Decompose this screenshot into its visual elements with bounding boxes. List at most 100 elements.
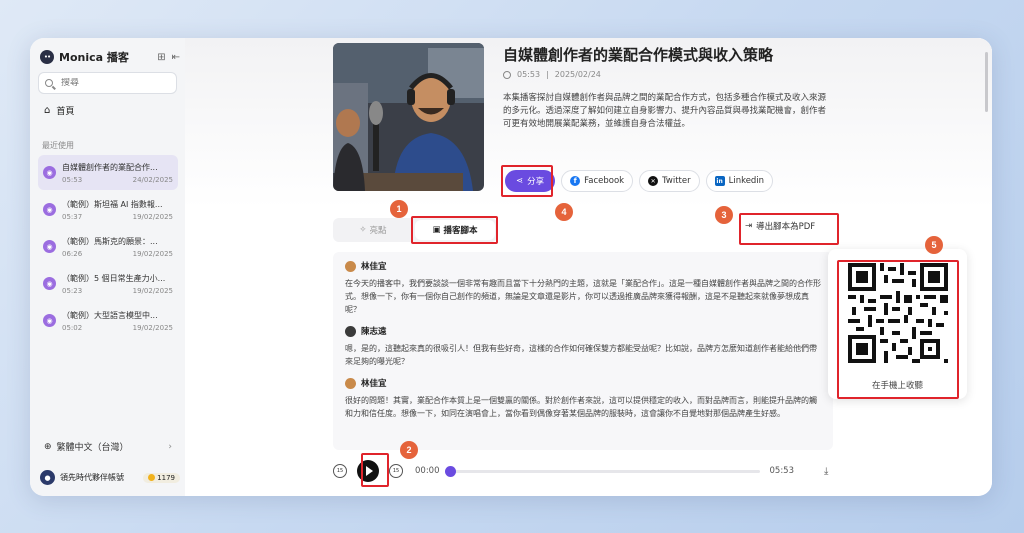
facebook-label: Facebook bbox=[584, 176, 625, 186]
annotation-badge: 3 bbox=[715, 206, 733, 224]
speaker-name: 陳志遠 bbox=[361, 327, 387, 337]
coin-icon bbox=[148, 474, 156, 481]
globe-icon: ⊕ bbox=[44, 441, 52, 452]
search-input[interactable] bbox=[61, 78, 171, 88]
audio-player: 15 15 00:00 05:53 ⤓ bbox=[333, 458, 843, 484]
annotation-box-export bbox=[739, 213, 839, 245]
monica-logo-icon bbox=[40, 50, 54, 64]
clock-icon bbox=[503, 70, 511, 79]
tab-highlights-label: 亮點 bbox=[369, 226, 387, 236]
speaker-name: 林佳宜 bbox=[361, 379, 387, 389]
recent-item[interactable]: ◉ （範例）5 個日常生產力小... 05:23 19/02/2025 bbox=[38, 266, 178, 301]
home-label: 首頁 bbox=[56, 107, 75, 117]
progress-bar[interactable] bbox=[444, 465, 760, 477]
facebook-button[interactable]: f Facebook bbox=[561, 170, 634, 192]
chevron-right-icon: › bbox=[168, 441, 172, 452]
transcript-line: 嗯，是的，這聽起來真的很吸引人！但我有些好奇，這樣的合作如何確保雙方都能受益呢？… bbox=[345, 344, 817, 366]
x-twitter-icon: ✕ bbox=[648, 176, 659, 186]
download-icon[interactable]: ⤓ bbox=[824, 466, 828, 477]
speaker-header: 陳志遠 bbox=[345, 325, 821, 337]
recent-item-date: 24/02/2025 bbox=[132, 175, 173, 184]
recent-item-date: 19/02/2025 bbox=[132, 212, 173, 221]
speaker-avatar bbox=[345, 377, 356, 389]
episode-date: 2025/02/24 bbox=[554, 70, 601, 79]
speaker-header: 林佳宜 bbox=[345, 377, 821, 389]
episode-description: 本集播客探討自媒體創作者與品牌之間的業配合作方式，包括多種合作模式及收入來源的多… bbox=[503, 93, 827, 129]
recent-item-date: 19/02/2025 bbox=[132, 286, 173, 295]
recent-item-date: 19/02/2025 bbox=[132, 323, 173, 332]
skip-back-icon[interactable]: 15 bbox=[333, 464, 347, 478]
recent-item-duration: 06:26 bbox=[62, 249, 83, 258]
recent-section-label: 最近使用 bbox=[42, 141, 74, 150]
speaker-name: 林佳宜 bbox=[361, 262, 387, 272]
scrollbar[interactable] bbox=[985, 52, 988, 112]
linkedin-icon: in bbox=[714, 176, 725, 186]
twitter-label: Twitter bbox=[662, 176, 691, 186]
annotation-badge: 4 bbox=[555, 203, 573, 221]
speaker-header: 林佳宜 bbox=[345, 260, 821, 272]
language-selector[interactable]: ⊕ 繁體中文（台灣） › bbox=[44, 440, 172, 454]
podcast-icon: ◉ bbox=[43, 240, 56, 253]
sidebar: Monica 播客 ⊞ ⇤ ⌂ 首頁 最近使用 ◉ 自媒體創作者的業配合作...… bbox=[30, 38, 185, 496]
facebook-icon: f bbox=[570, 176, 581, 186]
app-title: Monica 播客 bbox=[59, 51, 129, 64]
linkedin-button[interactable]: in Linkedin bbox=[705, 170, 774, 192]
recent-item-title: （範例）斯坦福 AI 指數報... bbox=[62, 199, 163, 209]
twitter-button[interactable]: ✕ Twitter bbox=[639, 170, 700, 192]
transcript-line: 很好的問題！其實，業配合作本質上是一個雙贏的關係。對於創作者來說，這可以提供穩定… bbox=[345, 396, 817, 418]
sidebar-header: Monica 播客 ⊞ ⇤ bbox=[40, 46, 180, 68]
podcast-icon: ◉ bbox=[43, 166, 56, 179]
search-box[interactable] bbox=[38, 72, 177, 94]
highlight-icon: ✧ bbox=[359, 225, 367, 235]
recent-item-title: （範例）5 個日常生產力小... bbox=[62, 273, 166, 283]
recent-item[interactable]: ◉ （範例）大型語言模型中... 05:02 19/02/2025 bbox=[38, 303, 178, 338]
recent-item-duration: 05:37 bbox=[62, 212, 83, 221]
avatar: ● bbox=[40, 470, 55, 485]
sidebar-item-home[interactable]: ⌂ 首頁 bbox=[44, 104, 74, 117]
collapse-sidebar-icon[interactable]: ⇤ bbox=[172, 52, 180, 63]
transcript-panel: 林佳宜 在今天的播客中，我們要談談一個非常有趣而且當下十分熱門的主題，這就是「業… bbox=[333, 252, 833, 450]
credits-value: 1179 bbox=[157, 473, 175, 482]
episode-cover-image bbox=[333, 43, 484, 191]
annotation-box-script-tab bbox=[411, 216, 498, 244]
user-account[interactable]: ● 領先時代夥伴帳號 1179 bbox=[40, 470, 180, 485]
episode-duration: 05:53 bbox=[517, 70, 541, 79]
episode-title: 自媒體創作者的業配合作模式與收入策略 bbox=[503, 46, 774, 64]
language-label: 繁體中文（台灣） bbox=[56, 443, 129, 453]
credits-badge[interactable]: 1179 bbox=[143, 472, 180, 483]
recent-item-date: 19/02/2025 bbox=[132, 249, 173, 258]
speaker-avatar bbox=[345, 325, 356, 337]
annotation-box-play bbox=[361, 453, 389, 487]
current-time: 00:00 bbox=[415, 466, 440, 476]
recent-list: ◉ 自媒體創作者的業配合作... 05:53 24/02/2025 ◉ （範例）斯… bbox=[38, 155, 178, 340]
recent-item[interactable]: ◉ 自媒體創作者的業配合作... 05:53 24/02/2025 bbox=[38, 155, 178, 190]
recent-item-duration: 05:53 bbox=[62, 175, 83, 184]
episode-meta: 05:53 | 2025/02/24 bbox=[503, 70, 601, 79]
recent-item-title: 自媒體創作者的業配合作... bbox=[62, 162, 158, 172]
recent-item-title: （範例）大型語言模型中... bbox=[62, 310, 158, 320]
annotation-badge: 1 bbox=[390, 200, 408, 218]
user-name: 領先時代夥伴帳號 bbox=[60, 473, 124, 482]
meta-divider: | bbox=[546, 70, 549, 79]
podcast-icon: ◉ bbox=[43, 314, 56, 327]
annotation-box-share bbox=[501, 165, 553, 197]
annotation-box-qr bbox=[837, 260, 959, 399]
podcast-icon: ◉ bbox=[43, 277, 56, 290]
recent-item-title: （範例）馬斯克的願景：... bbox=[62, 236, 158, 246]
search-icon bbox=[45, 79, 53, 87]
linkedin-label: Linkedin bbox=[728, 176, 765, 186]
tab-highlights[interactable]: ✧ 亮點 bbox=[333, 218, 413, 242]
speaker-avatar bbox=[345, 260, 356, 272]
recent-item-duration: 05:02 bbox=[62, 323, 83, 332]
skip-forward-icon[interactable]: 15 bbox=[389, 464, 403, 478]
progress-knob[interactable] bbox=[444, 465, 456, 477]
recent-item[interactable]: ◉ （範例）馬斯克的願景：... 06:26 19/02/2025 bbox=[38, 229, 178, 264]
grid-icon[interactable]: ⊞ bbox=[157, 52, 165, 63]
home-icon: ⌂ bbox=[44, 105, 51, 116]
podcast-icon: ◉ bbox=[43, 203, 56, 216]
recent-item[interactable]: ◉ （範例）斯坦福 AI 指數報... 05:37 19/02/2025 bbox=[38, 192, 178, 227]
transcript-line: 在今天的播客中，我們要談談一個非常有趣而且當下十分熱門的主題，這就是「業配合作」… bbox=[345, 279, 821, 314]
annotation-badge: 2 bbox=[400, 441, 418, 459]
recent-item-duration: 05:23 bbox=[62, 286, 83, 295]
annotation-badge: 5 bbox=[925, 236, 943, 254]
